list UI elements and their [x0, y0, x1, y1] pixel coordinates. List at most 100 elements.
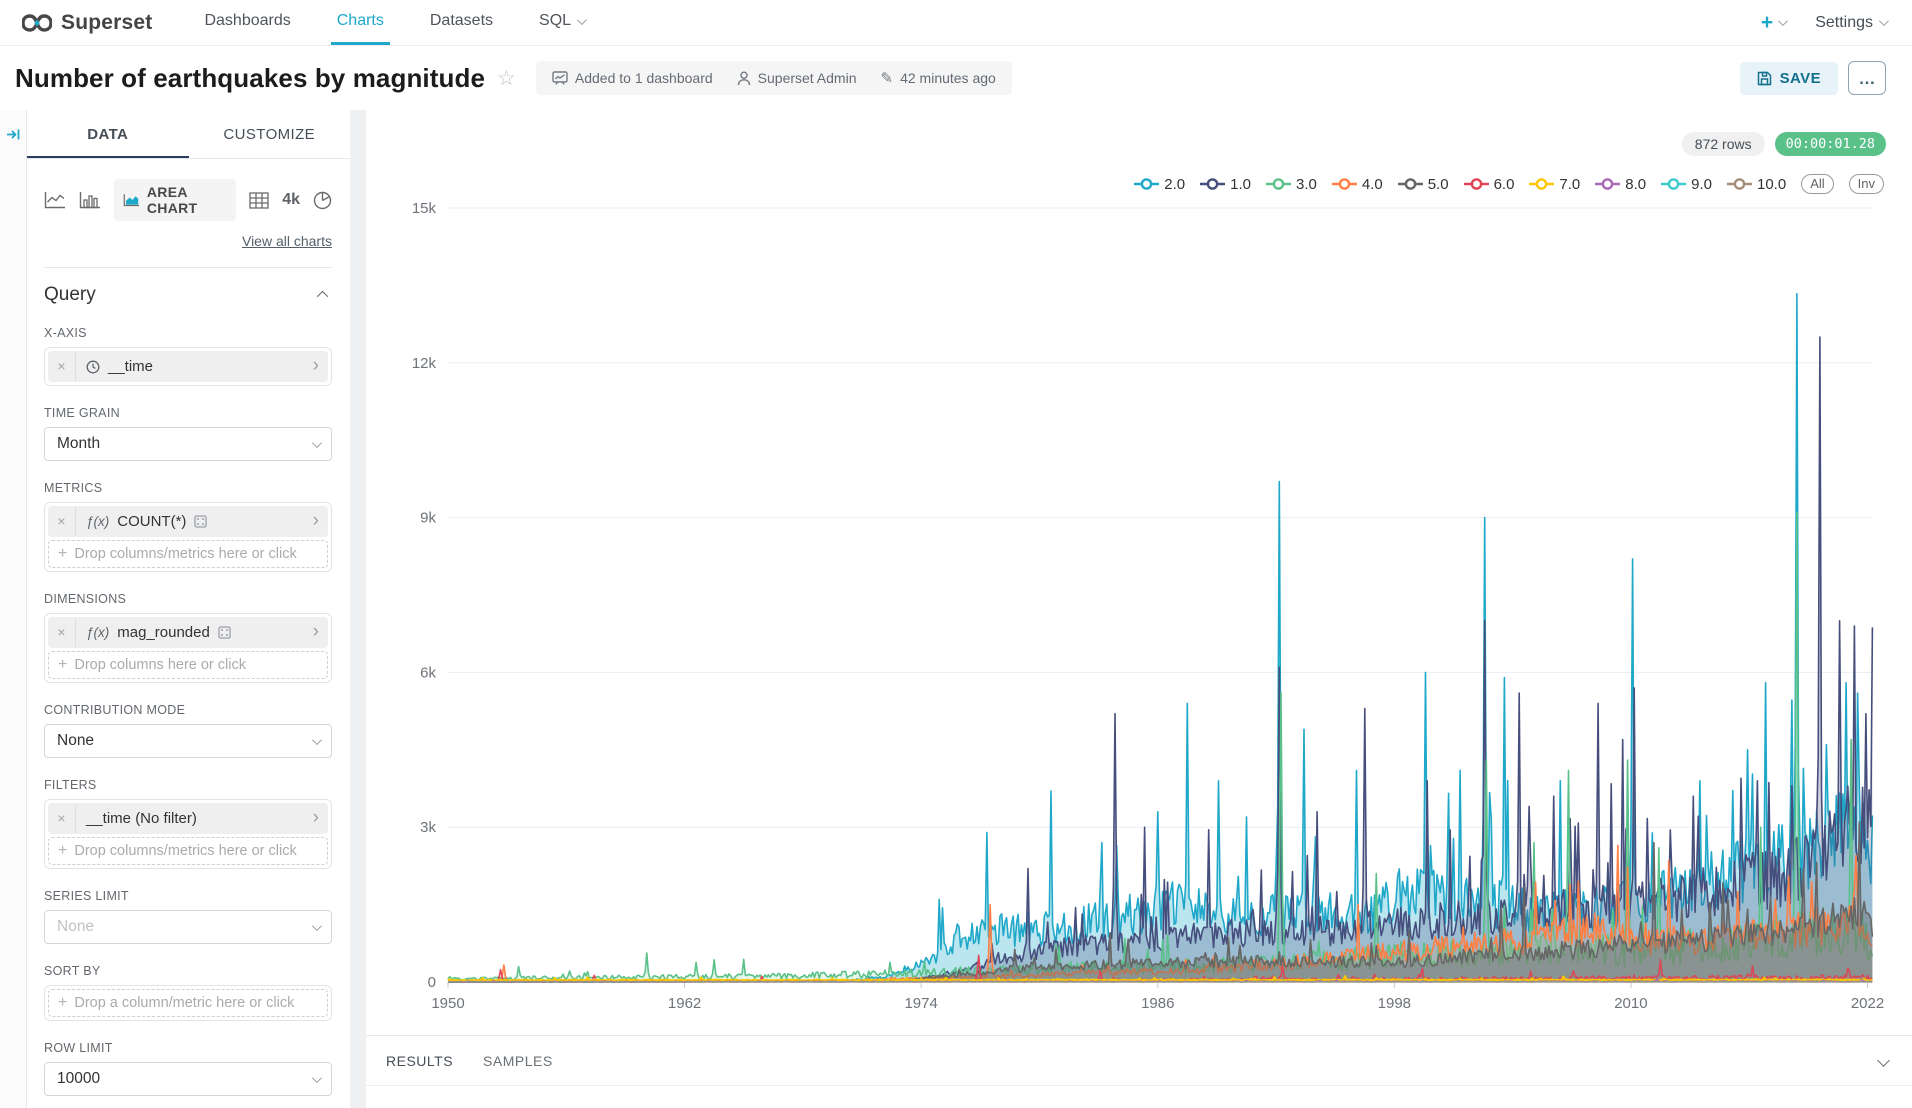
sort-by-dropzone[interactable]: + Drop a column/metric here or click: [48, 989, 328, 1017]
pie-chart-icon[interactable]: [313, 191, 332, 210]
chevron-down-icon: [1879, 16, 1889, 26]
xaxis-control: × __time ›: [44, 347, 332, 386]
owner-badge: Superset Admin: [737, 70, 857, 86]
legend-marker-icon: [1134, 178, 1159, 190]
svg-text:15k: 15k: [412, 200, 437, 217]
sort-by-label: SORT BY: [44, 964, 332, 978]
dimensions-control: × ƒ(x) mag_rounded › + Drop columns here…: [44, 613, 332, 683]
series-limit-label: SERIES LIMIT: [44, 889, 332, 903]
remove-icon[interactable]: ×: [48, 804, 76, 833]
plus-icon: +: [58, 656, 67, 674]
svg-text:1950: 1950: [431, 995, 464, 1012]
infinity-logo-icon: [22, 14, 52, 32]
remove-icon[interactable]: ×: [48, 618, 76, 647]
metric-pill[interactable]: × ƒ(x) COUNT(*) ›: [48, 506, 328, 537]
legend-all-button[interactable]: All: [1801, 174, 1833, 194]
series-limit-select[interactable]: None: [44, 910, 332, 944]
view-all-charts-link[interactable]: View all charts: [242, 233, 332, 249]
adhoc-metric-icon: [194, 515, 207, 528]
legend-item[interactable]: 2.0: [1134, 176, 1185, 193]
area-chart-selected[interactable]: AREA CHART: [114, 179, 236, 221]
remove-icon[interactable]: ×: [48, 507, 76, 536]
svg-text:12k: 12k: [412, 355, 437, 372]
legend-label: 6.0: [1494, 176, 1515, 193]
svg-text:3k: 3k: [420, 819, 436, 836]
legend-item[interactable]: 3.0: [1266, 176, 1317, 193]
legend-item[interactable]: 7.0: [1529, 176, 1580, 193]
save-icon: [1757, 71, 1772, 86]
svg-text:9k: 9k: [420, 510, 436, 527]
table-chart-icon[interactable]: [249, 192, 269, 209]
filters-dropzone[interactable]: + Drop columns/metrics here or click: [48, 837, 328, 865]
settings-menu[interactable]: Settings: [1815, 14, 1886, 32]
nav-item-sql[interactable]: SQL: [533, 0, 590, 45]
legend-item[interactable]: 4.0: [1332, 176, 1383, 193]
chart-card: 872 rows 00:00:01.28 2.0 1.0 3.0 4.0 5.0 6.0 7…: [366, 110, 1912, 1035]
plus-icon: +: [58, 545, 67, 563]
area-chart-canvas[interactable]: 195019621974198619982010202203k6k9k12k15…: [366, 110, 1912, 1035]
pencil-icon: ✎: [881, 69, 894, 87]
metrics-dropzone[interactable]: + Drop columns/metrics here or click: [48, 540, 328, 568]
legend-marker-icon: [1398, 178, 1423, 190]
remove-icon[interactable]: ×: [48, 352, 76, 381]
big-number-chart-icon[interactable]: 4k: [282, 191, 300, 209]
legend-item[interactable]: 9.0: [1661, 176, 1712, 193]
chevron-right-icon: ›: [309, 621, 328, 645]
svg-text:2022: 2022: [1851, 995, 1884, 1012]
more-options-button[interactable]: …: [1848, 61, 1886, 95]
bar-chart-icon[interactable]: [79, 191, 101, 209]
xaxis-label: X-AXIS: [44, 326, 332, 340]
brand-name: Superset: [61, 11, 152, 35]
tab-samples[interactable]: SAMPLES: [483, 1053, 553, 1069]
line-chart-icon[interactable]: [44, 191, 66, 209]
plus-icon: +: [58, 994, 67, 1012]
tab-customize[interactable]: CUSTOMIZE: [189, 110, 351, 158]
legend-item[interactable]: 5.0: [1398, 176, 1449, 193]
last-modified-badge[interactable]: ✎ 42 minutes ago: [881, 69, 996, 87]
page-title[interactable]: Number of earthquakes by magnitude: [15, 63, 485, 94]
chevron-down-icon: [312, 1073, 322, 1083]
legend-item[interactable]: 8.0: [1595, 176, 1646, 193]
dashboard-badge[interactable]: Added to 1 dashboard: [552, 70, 713, 86]
top-nav: Superset Dashboards Charts Datasets SQL …: [0, 0, 1912, 46]
xaxis-field-pill[interactable]: × __time ›: [48, 351, 328, 382]
query-timer-badge: 00:00:01.28: [1775, 132, 1886, 156]
legend-item[interactable]: 10.0: [1727, 176, 1786, 193]
favorite-star-icon[interactable]: ☆: [497, 66, 516, 91]
legend-item[interactable]: 1.0: [1200, 176, 1251, 193]
metrics-control: × ƒ(x) COUNT(*) › + Drop columns/metrics…: [44, 502, 332, 572]
legend-label: 2.0: [1164, 176, 1185, 193]
filter-pill[interactable]: × __time (No filter) ›: [48, 803, 328, 834]
sort-by-control: + Drop a column/metric here or click: [44, 985, 332, 1021]
tab-results[interactable]: RESULTS: [386, 1053, 453, 1069]
dimensions-dropzone[interactable]: + Drop columns here or click: [48, 651, 328, 679]
chevron-down-icon: [577, 15, 587, 25]
row-limit-select[interactable]: 10000: [44, 1062, 332, 1096]
legend-inv-button[interactable]: Inv: [1849, 174, 1884, 194]
save-button[interactable]: SAVE: [1740, 62, 1838, 95]
dimension-pill[interactable]: × ƒ(x) mag_rounded ›: [48, 617, 328, 648]
expand-panel-icon[interactable]: [6, 127, 21, 142]
filters-control: × __time (No filter) › + Drop columns/me…: [44, 799, 332, 869]
collapse-section-icon[interactable]: [317, 291, 328, 302]
svg-text:1998: 1998: [1378, 995, 1411, 1012]
row-count-badge: 872 rows: [1682, 132, 1765, 156]
chart-header-bar: Number of earthquakes by magnitude ☆ Add…: [0, 46, 1912, 110]
contribution-mode-select[interactable]: None: [44, 724, 332, 758]
tab-data[interactable]: DATA: [27, 110, 189, 158]
time-grain-label: TIME GRAIN: [44, 406, 332, 420]
legend-marker-icon: [1727, 178, 1752, 190]
collapse-results-icon[interactable]: [1877, 1054, 1890, 1067]
nav-item-dashboards[interactable]: Dashboards: [198, 0, 296, 45]
nav-item-charts[interactable]: Charts: [331, 0, 390, 45]
time-grain-select[interactable]: Month: [44, 427, 332, 461]
nav-item-datasets[interactable]: Datasets: [424, 0, 499, 45]
function-icon: ƒ(x): [86, 625, 109, 640]
adhoc-column-icon: [218, 626, 231, 639]
legend-item[interactable]: 6.0: [1464, 176, 1515, 193]
svg-text:0: 0: [428, 974, 436, 991]
new-item-button[interactable]: +: [1761, 11, 1785, 35]
clock-icon: [86, 360, 100, 374]
chevron-down-icon: [312, 921, 322, 931]
superset-logo[interactable]: Superset: [22, 0, 152, 45]
